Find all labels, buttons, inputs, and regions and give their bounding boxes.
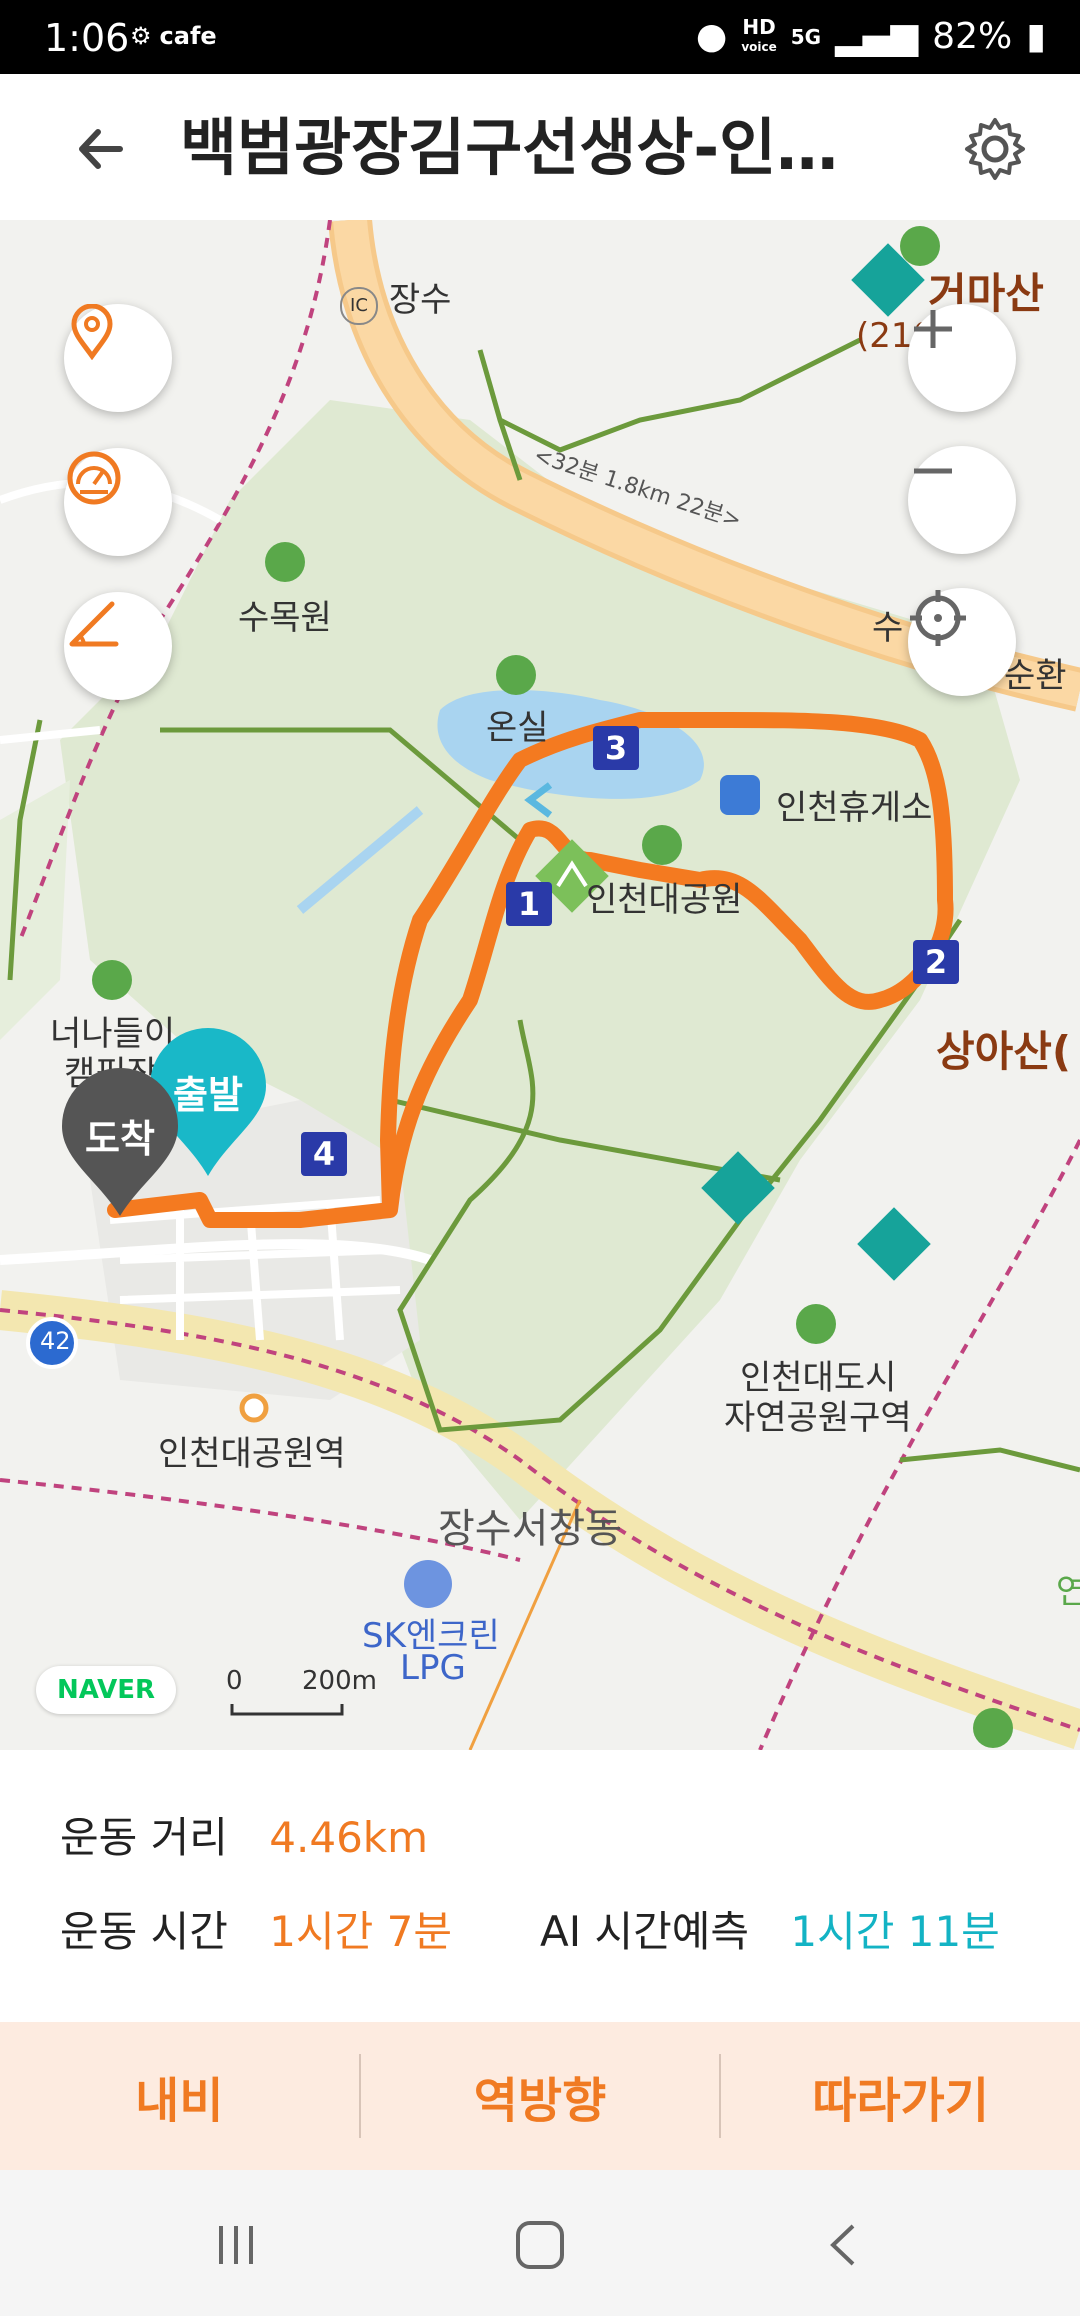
distance-label: 운동 거리 bbox=[60, 1813, 228, 1862]
system-navigation-bar bbox=[0, 2170, 1080, 2316]
zoom-out-button[interactable] bbox=[908, 446, 1016, 554]
speedometer-button[interactable] bbox=[64, 448, 172, 556]
cafe-icon: ⚙ bbox=[130, 22, 152, 50]
waypoint-2[interactable]: 2 bbox=[913, 940, 959, 984]
speedometer-icon bbox=[67, 451, 121, 505]
scale-bar bbox=[230, 1704, 344, 1716]
park-area-small bbox=[0, 780, 70, 1040]
edge-label: 연 bbox=[1056, 1572, 1080, 1612]
distance-row: 운동 거리 4.46km bbox=[60, 1804, 428, 1865]
slope-button[interactable] bbox=[64, 592, 172, 700]
network-5g-indicator: 5G bbox=[790, 24, 822, 49]
reverse-direction-button[interactable]: 역방향 bbox=[361, 2022, 720, 2170]
gear-icon bbox=[965, 118, 1025, 180]
plus-icon bbox=[914, 310, 952, 348]
map-view[interactable]: IC 장수 거마산 (210 수목원 <32분 1.8km 22분> 온실 인천… bbox=[0, 220, 1080, 1750]
crosshair-icon bbox=[910, 590, 966, 646]
zoom-in-button[interactable] bbox=[908, 304, 1016, 412]
my-location-button[interactable] bbox=[908, 588, 1016, 696]
onsil-label: 온실 bbox=[486, 708, 549, 748]
location-pin-icon bbox=[71, 304, 113, 360]
status-bar: 1:06 ⚙ cafe ● HD voice 5G ▂▄▆ 82% ▮ bbox=[0, 0, 1080, 74]
arrow-left-icon bbox=[79, 129, 123, 169]
waypoint-4[interactable]: 4 bbox=[301, 1132, 347, 1176]
navigation-button[interactable]: 내비 bbox=[0, 2022, 359, 2170]
home-button[interactable] bbox=[500, 2210, 580, 2280]
time-value: 1시간 7분 bbox=[269, 1907, 452, 1956]
incheon-grand-park-label: 인천대공원 bbox=[586, 880, 743, 920]
slope-icon bbox=[69, 601, 119, 647]
rest-area-icon bbox=[720, 775, 760, 815]
system-back-button[interactable] bbox=[804, 2210, 884, 2280]
ai-time-value: 1시간 11분 bbox=[790, 1907, 1000, 1956]
sangasan-label: 상아산( bbox=[936, 1027, 1072, 1076]
page-title: 백범광장김구선생상-인천대공원 bbox=[180, 111, 880, 184]
status-time: 1:06 bbox=[44, 16, 130, 60]
gas-station-icon bbox=[404, 1560, 452, 1608]
signal-icon: ▂▄▆ bbox=[835, 16, 919, 57]
home-icon bbox=[516, 2221, 564, 2269]
time-row: 운동 시간 1시간 7분 bbox=[60, 1898, 452, 1959]
hd-voice-indicator: HD voice bbox=[741, 14, 777, 54]
recent-apps-button[interactable] bbox=[196, 2210, 276, 2280]
back-button[interactable] bbox=[68, 114, 138, 184]
scale-zero: 0 bbox=[226, 1666, 243, 1696]
rest-area-label: 인천휴게소 bbox=[776, 788, 933, 828]
ai-time-row: AI 시간예측 1시간 11분 bbox=[540, 1898, 1000, 1959]
follow-route-button[interactable]: 따라가기 bbox=[721, 2022, 1080, 2170]
chevron-left-icon bbox=[830, 2224, 855, 2266]
scale-label: 200m bbox=[302, 1666, 377, 1696]
ai-time-label: AI 시간예측 bbox=[540, 1907, 750, 1956]
status-app-indicator: ⚙ cafe bbox=[130, 22, 217, 50]
mountain-marker-3[interactable] bbox=[857, 1207, 931, 1281]
naver-logo: NAVER bbox=[36, 1666, 176, 1714]
route-info-panel: 운동 거리 4.46km 운동 시간 1시간 7분 AI 시간예측 1시간 11… bbox=[0, 1750, 1080, 2022]
time-label: 운동 시간 bbox=[60, 1907, 228, 1956]
settings-button[interactable] bbox=[960, 114, 1030, 184]
gas-station-label-2: LPG bbox=[400, 1648, 466, 1688]
distance-value: 4.46km bbox=[269, 1813, 429, 1862]
nature-park-label-2: 자연공원구역 bbox=[724, 1398, 912, 1438]
location-pin-button[interactable] bbox=[64, 304, 172, 412]
location-icon: ● bbox=[695, 16, 728, 57]
district-label: 장수서창동 bbox=[438, 1506, 622, 1552]
minus-icon bbox=[914, 468, 952, 474]
end-pin[interactable]: 도착 bbox=[60, 1068, 180, 1218]
status-icons: ● HD voice 5G ▂▄▆ 82% ▮ bbox=[696, 16, 1046, 57]
waypoint-1[interactable]: 1 bbox=[506, 882, 552, 926]
ic-label: IC 장수 bbox=[340, 272, 451, 325]
sumokwon-label: 수목원 bbox=[238, 598, 332, 638]
road-42-label: 42 bbox=[40, 1327, 71, 1355]
action-bar: 내비 역방향 따라가기 bbox=[0, 2022, 1080, 2170]
ring-road-label-1: 수 bbox=[872, 608, 904, 648]
recent-apps-icon bbox=[219, 2226, 253, 2264]
battery-level: 82% bbox=[932, 16, 1013, 57]
battery-icon: ▮ bbox=[1026, 16, 1046, 57]
waypoint-3[interactable]: 3 bbox=[593, 726, 639, 770]
app-header: 백범광장김구선생상-인천대공원 bbox=[0, 74, 1080, 220]
station-marker bbox=[239, 1393, 269, 1423]
station-label: 인천대공원역 bbox=[158, 1434, 346, 1474]
